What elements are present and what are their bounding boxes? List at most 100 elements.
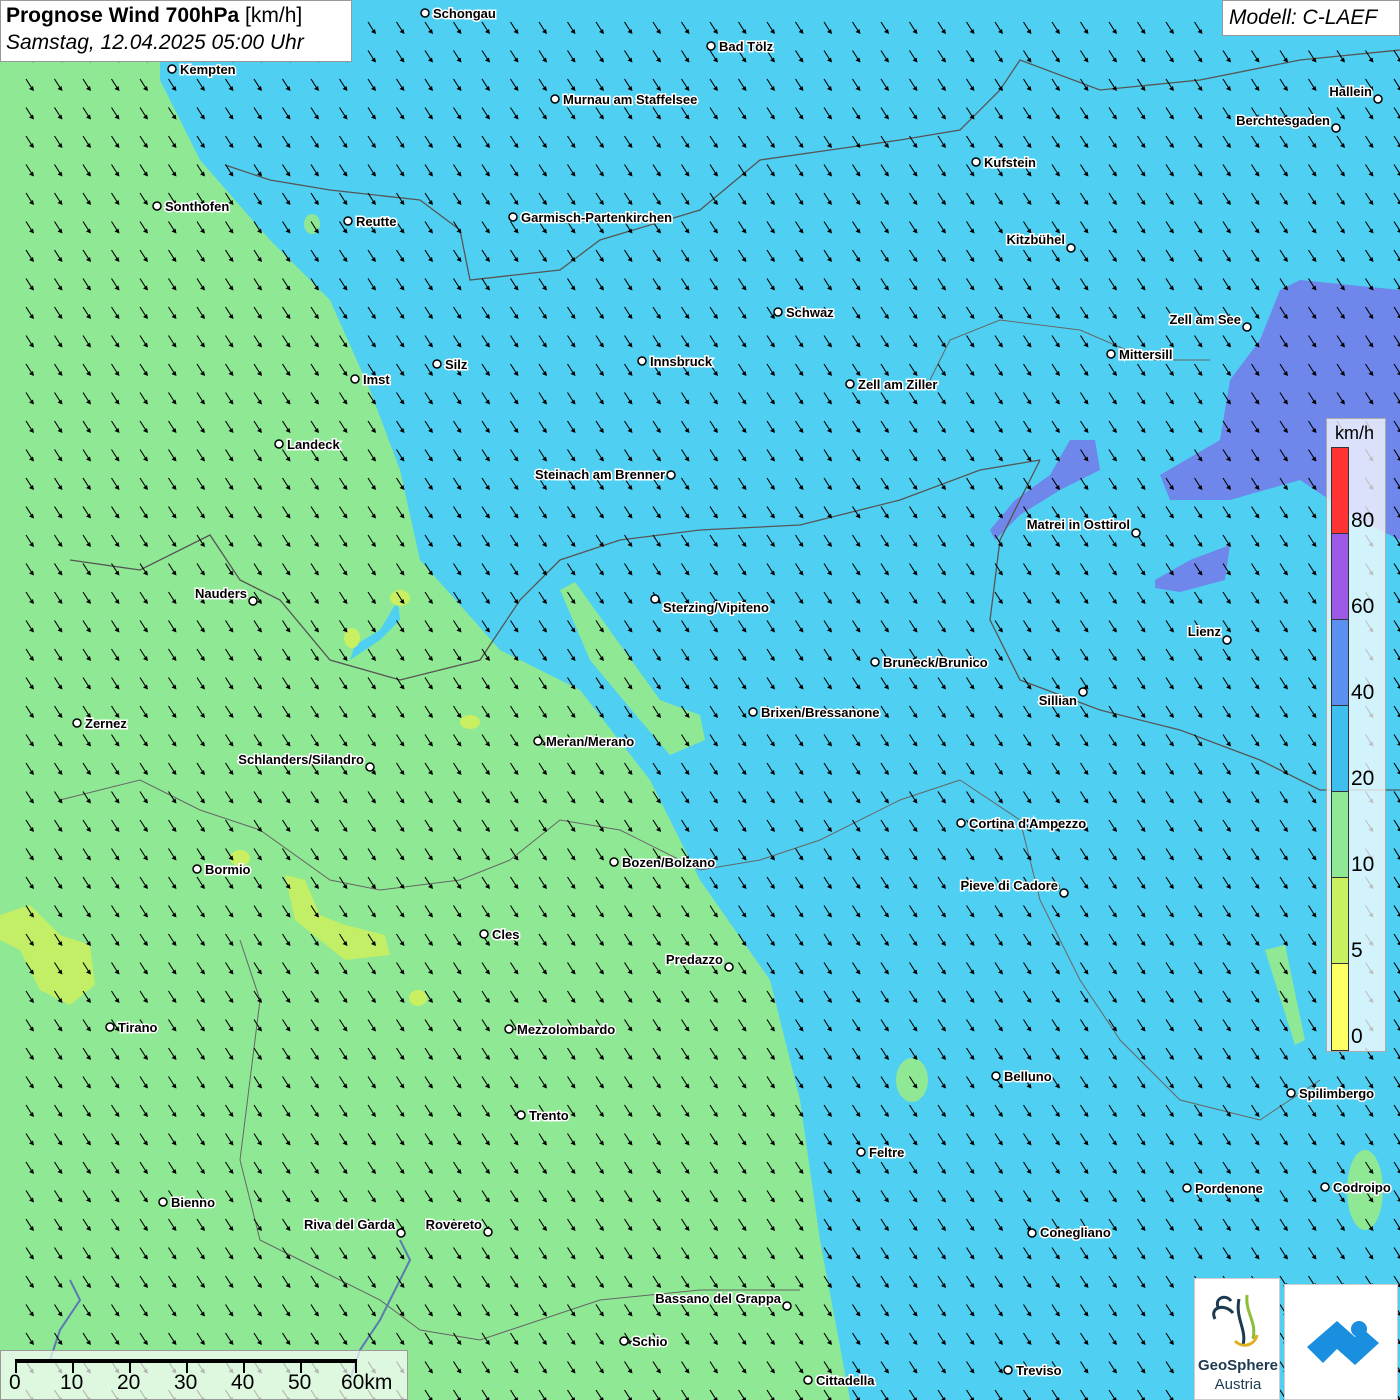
- city-marker[interactable]: Bruneck/Brunico: [870, 654, 989, 672]
- city-marker[interactable]: Cortina d'Ampezzo: [956, 815, 1088, 833]
- city-dot: [1003, 1365, 1013, 1375]
- city-dot: [609, 857, 619, 867]
- city-label: Pordenone: [1195, 1181, 1263, 1196]
- map-title: Prognose Wind 700hPa [km/h]: [6, 4, 346, 28]
- city-label: Bienno: [171, 1195, 215, 1210]
- city-dot: [1131, 528, 1141, 538]
- city-dot: [870, 657, 880, 667]
- city-label: Bormio: [205, 862, 251, 877]
- model-label: Modell: C-LAEF: [1222, 0, 1400, 36]
- city-label: Schongau: [433, 6, 496, 21]
- legend-segment: [1331, 447, 1349, 535]
- city-label: Bad Tölz: [719, 39, 774, 54]
- city-dot: [856, 1147, 866, 1157]
- city-label: Rovereto: [426, 1217, 482, 1232]
- city-dot: [343, 216, 353, 226]
- city-dot: [274, 439, 284, 449]
- weak-wind-patch: [460, 715, 480, 729]
- city-label: Bozen/Bolzano: [622, 855, 715, 870]
- city-label: Spilimbergo: [1299, 1086, 1374, 1101]
- city-marker[interactable]: Meran/Merano: [533, 733, 636, 751]
- city-dot: [105, 1022, 115, 1032]
- weak-wind-patch: [409, 990, 427, 1006]
- city-marker[interactable]: Pordenone: [1182, 1180, 1264, 1198]
- city-dot: [956, 818, 966, 828]
- city-dot: [619, 1336, 629, 1346]
- city-dot: [724, 962, 734, 972]
- city-dot: [432, 359, 442, 369]
- city-label: Belluno: [1004, 1069, 1052, 1084]
- city-marker[interactable]: Brixen/Bressanone: [748, 704, 881, 722]
- city-label: Mezzolombardo: [517, 1022, 615, 1037]
- city-dot: [1320, 1182, 1330, 1192]
- city-label: Bassano del Grappa: [655, 1291, 781, 1306]
- city-label: Kitzbühel: [1007, 232, 1066, 247]
- city-dot: [167, 64, 177, 74]
- city-label: Silz: [445, 357, 468, 372]
- color-legend: km/h 80 60 40 20 10 5 0: [1326, 418, 1386, 1052]
- city-dot: [1222, 635, 1232, 645]
- city-dot: [1078, 687, 1088, 697]
- city-label: Kufstein: [984, 155, 1036, 170]
- city-marker[interactable]: Sonthofen: [152, 198, 231, 216]
- city-dot: [1059, 888, 1069, 898]
- city-dot: [550, 94, 560, 104]
- city-marker[interactable]: Bozen/Bolzano: [609, 854, 717, 872]
- legend-unit: km/h: [1335, 423, 1375, 443]
- city-dot: [483, 1227, 493, 1237]
- city-marker[interactable]: Spilimbergo: [1286, 1085, 1376, 1103]
- legend-segment: [1331, 619, 1349, 707]
- city-marker[interactable]: Mezzolombardo: [504, 1021, 617, 1039]
- city-marker[interactable]: Schongau: [420, 5, 497, 23]
- city-label: Bruneck/Brunico: [883, 655, 988, 670]
- city-dot: [748, 707, 758, 717]
- city-label: Sonthofen: [165, 199, 229, 214]
- legend-segment: [1331, 533, 1349, 621]
- city-label: Imst: [363, 372, 390, 387]
- city-dot: [152, 201, 162, 211]
- city-label: Cles: [492, 927, 519, 942]
- city-label: Kempten: [180, 62, 236, 77]
- city-label: Zernez: [85, 716, 127, 731]
- city-dot: [516, 1110, 526, 1120]
- city-marker[interactable]: Steinach am Brenner: [533, 466, 676, 484]
- city-label: Sillian: [1039, 693, 1077, 708]
- city-label: Matrei in Osttirol: [1027, 517, 1130, 532]
- city-marker[interactable]: Murnau am Staffelsee: [550, 91, 699, 109]
- city-dot: [845, 379, 855, 389]
- city-dot: [396, 1228, 406, 1238]
- city-dot: [637, 356, 647, 366]
- city-label: Riva del Garda: [304, 1217, 396, 1232]
- city-label: Lienz: [1188, 624, 1222, 639]
- city-label: Zell am See: [1169, 312, 1241, 327]
- forecast-datetime: Samstag, 12.04.2025 05:00 Uhr: [6, 31, 304, 54]
- city-label: Berchtesgaden: [1236, 113, 1330, 128]
- city-label: Schio: [632, 1334, 667, 1349]
- city-dot: [1106, 349, 1116, 359]
- city-label: Pieve di Cadore: [960, 878, 1058, 893]
- city-dot: [1182, 1183, 1192, 1193]
- city-label: Conegliano: [1040, 1225, 1111, 1240]
- city-label: Feltre: [869, 1145, 904, 1160]
- city-dot: [773, 307, 783, 317]
- city-dot: [533, 736, 543, 746]
- city-dot: [72, 718, 82, 728]
- city-label: Cittadella: [816, 1373, 875, 1388]
- city-dot: [350, 374, 360, 384]
- city-marker[interactable]: Garmisch-Partenkirchen: [508, 209, 674, 227]
- map-title-unit: [km/h]: [245, 4, 303, 27]
- city-marker[interactable]: Innsbruck: [637, 353, 714, 371]
- city-marker[interactable]: Conegliano: [1027, 1224, 1112, 1242]
- city-label: Reutte: [356, 214, 396, 229]
- city-dot: [706, 41, 716, 51]
- city-label: Brixen/Bressanone: [761, 705, 880, 720]
- legend-segment: [1331, 705, 1349, 793]
- city-marker[interactable]: Zell am Ziller: [845, 376, 939, 394]
- city-label: Hallein: [1329, 84, 1372, 99]
- city-dot: [158, 1197, 168, 1207]
- city-dot: [192, 864, 202, 874]
- city-label: Codroipo: [1333, 1180, 1391, 1195]
- city-dot: [479, 929, 489, 939]
- city-label: Nauders: [195, 586, 247, 601]
- city-dot: [1286, 1088, 1296, 1098]
